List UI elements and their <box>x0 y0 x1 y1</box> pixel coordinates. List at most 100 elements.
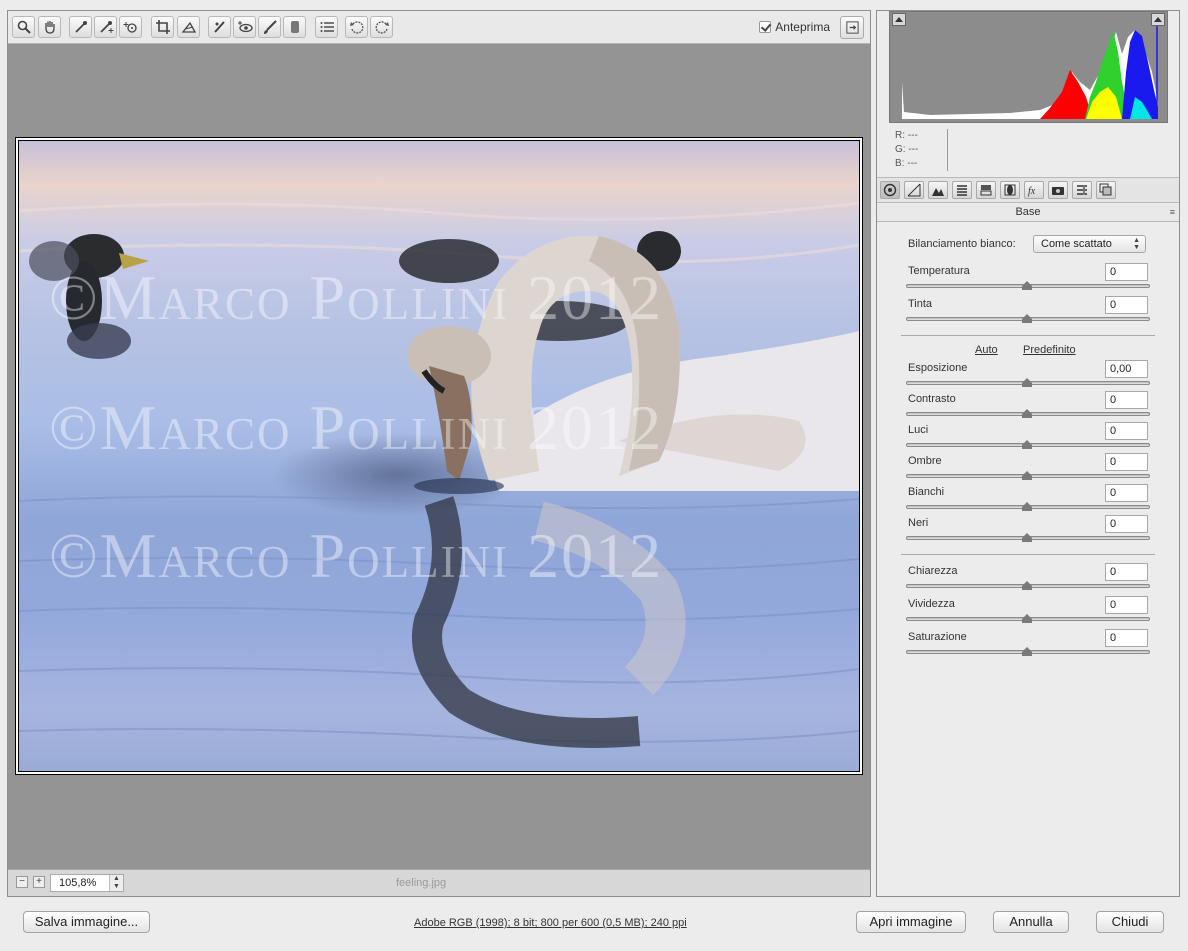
slider-thumb[interactable] <box>1022 614 1032 623</box>
preview-checkbox[interactable]: Anteprima <box>759 20 830 34</box>
panel-tabs: fx <box>877 177 1179 203</box>
highlights-input[interactable]: 0 <box>1105 422 1148 440</box>
adjustment-brush-icon <box>264 20 277 34</box>
image-preview-area: Anteprima ©Marco Pollini 2012 ©Marco Pol… <box>7 10 871 897</box>
watermark-1: ©Marco Pollini 2012 <box>49 262 664 333</box>
slider-thumb[interactable] <box>1022 502 1032 511</box>
shadow-clipping-toggle[interactable] <box>892 13 906 26</box>
section-divider <box>901 335 1155 336</box>
highlight-clipping-toggle[interactable] <box>1151 13 1165 26</box>
temperature-input[interactable]: 0 <box>1105 263 1148 281</box>
mountains-icon <box>932 188 944 196</box>
slider-label: Vividezza <box>908 598 955 610</box>
red-eye-button[interactable] <box>233 16 256 38</box>
contrast-input[interactable]: 0 <box>1105 391 1148 409</box>
tone-curve-icon <box>907 183 921 197</box>
tab-basic[interactable] <box>880 181 900 199</box>
updown-arrow-icon: ▲ ▼ <box>109 875 123 891</box>
slider-label: Luci <box>908 424 929 436</box>
wb-label: Bilanciamento bianco: <box>908 238 1016 250</box>
close-button[interactable]: Chiudi <box>1096 911 1164 933</box>
straighten-icon <box>181 21 197 33</box>
slider-thumb[interactable] <box>1022 378 1032 387</box>
hand-tool-button[interactable] <box>38 16 61 38</box>
tab-snapshots[interactable] <box>1096 181 1116 199</box>
targeted-adjust-icon <box>123 22 137 33</box>
fullscreen-button[interactable] <box>840 16 864 39</box>
camera-icon <box>1052 187 1064 195</box>
rotate-left-icon <box>350 21 364 34</box>
crop-button[interactable] <box>151 16 174 38</box>
zoom-out-button[interactable]: − <box>16 876 28 888</box>
shadows-input[interactable]: 0 <box>1105 453 1148 471</box>
fullscreen-icon <box>846 21 859 34</box>
graduated-filter-button[interactable] <box>283 16 306 38</box>
zoom-level-select[interactable]: 105,8% ▲ ▼ <box>50 874 124 892</box>
spot-removal-button[interactable] <box>208 16 231 38</box>
split-toning-icon <box>980 185 992 196</box>
list-preferences-icon <box>320 22 334 32</box>
blacks-input[interactable]: 0 <box>1105 515 1148 533</box>
r-value: --- <box>907 130 918 141</box>
auto-link[interactable]: Auto <box>975 344 998 356</box>
open-image-button[interactable]: Apri immagine <box>856 911 966 933</box>
default-link[interactable]: Predefinito <box>1023 344 1076 356</box>
checkbox-checked-icon <box>759 21 772 33</box>
tab-hsl[interactable] <box>952 181 972 199</box>
slider-label: Contrasto <box>908 393 956 405</box>
preferences-button[interactable] <box>315 16 338 38</box>
crop-icon <box>156 20 170 34</box>
slider-label: Bianchi <box>908 486 945 498</box>
zoom-level-value: 105,8% <box>59 877 97 889</box>
watermark-3: ©Marco Pollini 2012 <box>49 520 664 591</box>
tab-lens-corrections[interactable] <box>1000 181 1020 199</box>
slider-thumb[interactable] <box>1022 409 1032 418</box>
cancel-button[interactable]: Annulla <box>993 911 1069 933</box>
workflow-options-link[interactable]: Adobe RGB (1998); 8 bit; 800 per 600 (0,… <box>414 917 687 929</box>
targeted-adjust-button[interactable] <box>119 16 142 38</box>
clarity-input[interactable]: 0 <box>1105 563 1148 581</box>
straighten-button[interactable] <box>177 16 200 38</box>
wb-select[interactable]: Come scattato ▲ ▼ <box>1033 235 1146 253</box>
slider-thumb[interactable] <box>1022 533 1032 542</box>
toolbar: Anteprima <box>8 11 870 44</box>
adjustment-brush-button[interactable] <box>258 16 281 38</box>
tab-effects[interactable]: fx <box>1024 181 1044 199</box>
zoom-tool-button[interactable] <box>12 16 35 38</box>
whites-input[interactable]: 0 <box>1105 484 1148 502</box>
section-divider <box>901 554 1155 555</box>
wb-value: Come scattato <box>1041 238 1112 250</box>
slider-label: Chiarezza <box>908 565 958 577</box>
tab-detail[interactable] <box>928 181 948 199</box>
saturation-input[interactable]: 0 <box>1105 629 1148 647</box>
zoom-tool-icon <box>17 20 31 34</box>
white-balance-button[interactable] <box>69 16 92 38</box>
b-label: B: <box>895 158 905 169</box>
tab-tone-curve[interactable] <box>904 181 924 199</box>
rotate-right-button[interactable] <box>370 16 393 38</box>
exposure-input[interactable]: 0,00 <box>1105 360 1148 378</box>
b-value: --- <box>907 158 918 169</box>
tab-camera-calibration[interactable] <box>1048 181 1068 199</box>
slider-thumb[interactable] <box>1022 314 1032 323</box>
slider-thumb[interactable] <box>1022 581 1032 590</box>
photo-frame: ©Marco Pollini 2012 ©Marco Pollini 2012 … <box>15 137 863 775</box>
slider-thumb[interactable] <box>1022 471 1032 480</box>
preview-label: Anteprima <box>775 20 830 34</box>
rotate-left-button[interactable] <box>345 16 368 38</box>
rotate-right-icon <box>375 21 389 34</box>
slider-thumb[interactable] <box>1022 647 1032 656</box>
presets-icon <box>1077 185 1087 195</box>
slider-thumb[interactable] <box>1022 440 1032 449</box>
slider-thumb[interactable] <box>1022 281 1032 290</box>
color-sampler-button[interactable] <box>94 16 117 38</box>
tint-input[interactable]: 0 <box>1105 296 1148 314</box>
tab-presets[interactable] <box>1072 181 1092 199</box>
histogram-graph <box>890 12 1167 122</box>
save-image-button[interactable]: Salva immagine... <box>23 911 150 933</box>
panel-menu-icon[interactable]: ≡ <box>1170 207 1175 217</box>
photo-canvas[interactable]: ©Marco Pollini 2012 ©Marco Pollini 2012 … <box>18 140 860 772</box>
vibrance-input[interactable]: 0 <box>1105 596 1148 614</box>
zoom-in-button[interactable]: + <box>33 876 45 888</box>
tab-split-toning[interactable] <box>976 181 996 199</box>
